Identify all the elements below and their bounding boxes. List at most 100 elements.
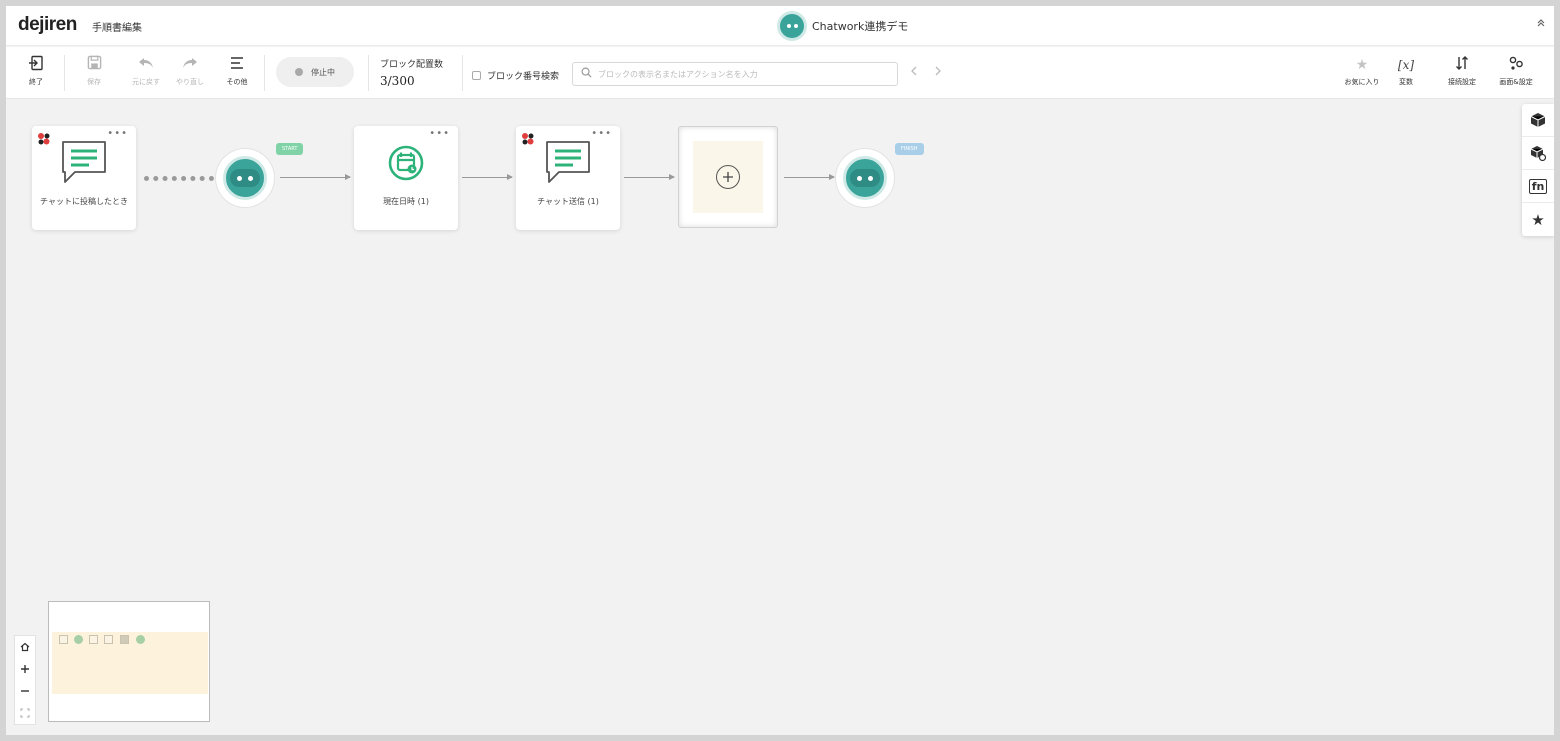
block-count-label: ブロック配置数 bbox=[380, 60, 444, 70]
home-icon[interactable] bbox=[15, 636, 35, 658]
run-status-toggle[interactable]: 停止中 bbox=[276, 57, 354, 87]
minimap-block bbox=[120, 635, 129, 644]
start-robot-node[interactable] bbox=[216, 149, 274, 207]
block-menu-icon[interactable]: ••• bbox=[107, 128, 128, 139]
zoom-controls bbox=[14, 635, 36, 725]
calendar-clock-icon bbox=[388, 145, 424, 181]
app-title-group: Chatwork連携デモ bbox=[780, 14, 908, 38]
toolbar-divider bbox=[368, 55, 369, 91]
toolbar-divider bbox=[264, 55, 265, 91]
connection-settings-label: 接続設定 bbox=[1448, 78, 1476, 86]
functions-button[interactable]: fn bbox=[1522, 170, 1554, 203]
toolbar-divider bbox=[64, 55, 65, 91]
trigger-block-chat-post[interactable]: ••• チャットに投稿したとき bbox=[32, 126, 136, 230]
zoom-out-icon[interactable] bbox=[15, 680, 35, 702]
block-search-box bbox=[572, 62, 898, 86]
undo-label: 元に戻す bbox=[132, 78, 160, 86]
logo: dejiren bbox=[18, 14, 77, 35]
trigger-connector bbox=[144, 176, 214, 181]
block-number-search-checkbox[interactable] bbox=[472, 71, 481, 80]
star-icon: ★ bbox=[1531, 210, 1545, 229]
redo-button[interactable]: やり直し bbox=[170, 55, 210, 87]
double-chevron-up-icon bbox=[1537, 19, 1545, 27]
settings-gears-icon bbox=[1494, 55, 1538, 75]
connector-arrow bbox=[280, 174, 351, 180]
block-count-value: 3/300 bbox=[380, 74, 415, 88]
star-icon: ★ bbox=[1355, 57, 1369, 73]
cube-settings-icon bbox=[1530, 146, 1546, 161]
block-current-datetime[interactable]: ••• 現在日時 (1) bbox=[354, 126, 458, 230]
chat-bubble-icon bbox=[546, 141, 590, 183]
trigger-block-label: チャットに投稿したとき bbox=[40, 197, 128, 206]
save-label: 保存 bbox=[87, 78, 101, 86]
connector-arrow bbox=[784, 174, 835, 180]
toolbar: 終了 保存 元に戻す やり直し その他 停止中 ブロック配置数 3/300 ブロ… bbox=[6, 47, 1554, 99]
screen-settings-label: 画面&設定 bbox=[1499, 78, 1533, 86]
redo-label: やり直し bbox=[176, 78, 204, 86]
toolbar-divider bbox=[462, 55, 463, 91]
exit-icon bbox=[16, 55, 56, 75]
block-number-search-toggle[interactable]: ブロック番号検索 bbox=[472, 69, 559, 82]
connection-icon bbox=[1440, 55, 1484, 75]
variables-button[interactable]: [x] 変数 bbox=[1384, 55, 1428, 87]
chatwork-logo-icon bbox=[521, 131, 535, 150]
undo-icon bbox=[126, 55, 166, 75]
start-tag: START bbox=[276, 143, 304, 155]
favorites-button[interactable]: ★ お気に入り bbox=[1340, 55, 1384, 87]
chatwork-logo-icon bbox=[37, 131, 51, 150]
collapse-header-button[interactable] bbox=[1536, 18, 1546, 31]
block-number-search-label: ブロック番号検索 bbox=[487, 72, 560, 82]
block-chat-send[interactable]: ••• チャット送信 (1) bbox=[516, 126, 620, 230]
prev-result-icon[interactable] bbox=[910, 65, 918, 79]
connector-arrow bbox=[624, 174, 675, 180]
save-button[interactable]: 保存 bbox=[74, 55, 114, 87]
add-block-placeholder[interactable] bbox=[678, 126, 778, 228]
block-library-button[interactable] bbox=[1522, 104, 1554, 137]
status-label: 停止中 bbox=[311, 67, 335, 77]
plus-circle-icon bbox=[716, 165, 740, 189]
minimap-block bbox=[59, 635, 68, 644]
header: dejiren 手順書編集 Chatwork連携デモ bbox=[6, 6, 1554, 46]
minimap-robot bbox=[136, 635, 145, 644]
cube-icon bbox=[1530, 113, 1546, 127]
zoom-in-icon[interactable] bbox=[15, 658, 35, 680]
block-search-input[interactable] bbox=[598, 69, 888, 79]
app-title: Chatwork連携デモ bbox=[812, 20, 909, 33]
screen-settings-button[interactable]: 画面&設定 bbox=[1494, 55, 1538, 87]
chat-bubble-icon bbox=[62, 141, 106, 183]
undo-button[interactable]: 元に戻す bbox=[126, 55, 166, 87]
exit-button[interactable]: 終了 bbox=[16, 55, 56, 87]
minimap-block bbox=[104, 635, 113, 644]
fit-view-icon[interactable] bbox=[15, 702, 35, 724]
app-frame: dejiren 手順書編集 Chatwork連携デモ 終了 保存 元に戻す やり… bbox=[6, 6, 1554, 735]
variable-icon: [x] bbox=[1397, 58, 1415, 72]
variables-label: 変数 bbox=[1399, 78, 1413, 86]
datetime-block-label: 現在日時 (1) bbox=[383, 197, 429, 206]
fn-icon: fn bbox=[1528, 178, 1548, 194]
palette-favorites-button[interactable]: ★ bbox=[1522, 203, 1554, 236]
favorites-label: お気に入り bbox=[1344, 78, 1380, 86]
search-icon bbox=[581, 67, 592, 81]
right-palette: fn ★ bbox=[1522, 104, 1554, 236]
connection-settings-button[interactable]: 接続設定 bbox=[1440, 55, 1484, 87]
search-result-nav bbox=[910, 65, 942, 79]
finish-tag: FINISH bbox=[895, 143, 924, 155]
other-menu-button[interactable]: その他 bbox=[217, 55, 257, 87]
redo-icon bbox=[170, 55, 210, 75]
page-title: 手順書編集 bbox=[92, 23, 142, 34]
custom-block-button[interactable] bbox=[1522, 137, 1554, 170]
minimap-robot bbox=[74, 635, 83, 644]
minimap[interactable] bbox=[48, 601, 210, 722]
block-menu-icon[interactable]: ••• bbox=[591, 128, 612, 139]
minimap-block bbox=[89, 635, 98, 644]
connector-arrow bbox=[462, 174, 513, 180]
status-dot-icon bbox=[295, 68, 303, 76]
robot-avatar-icon bbox=[780, 14, 804, 38]
block-menu-icon[interactable]: ••• bbox=[429, 128, 450, 139]
chat-send-block-label: チャット送信 (1) bbox=[537, 197, 599, 206]
save-icon bbox=[74, 55, 114, 75]
menu-lines-icon bbox=[217, 55, 257, 75]
other-label: その他 bbox=[226, 78, 248, 86]
finish-robot-node[interactable] bbox=[836, 149, 894, 207]
next-result-icon[interactable] bbox=[934, 65, 942, 79]
